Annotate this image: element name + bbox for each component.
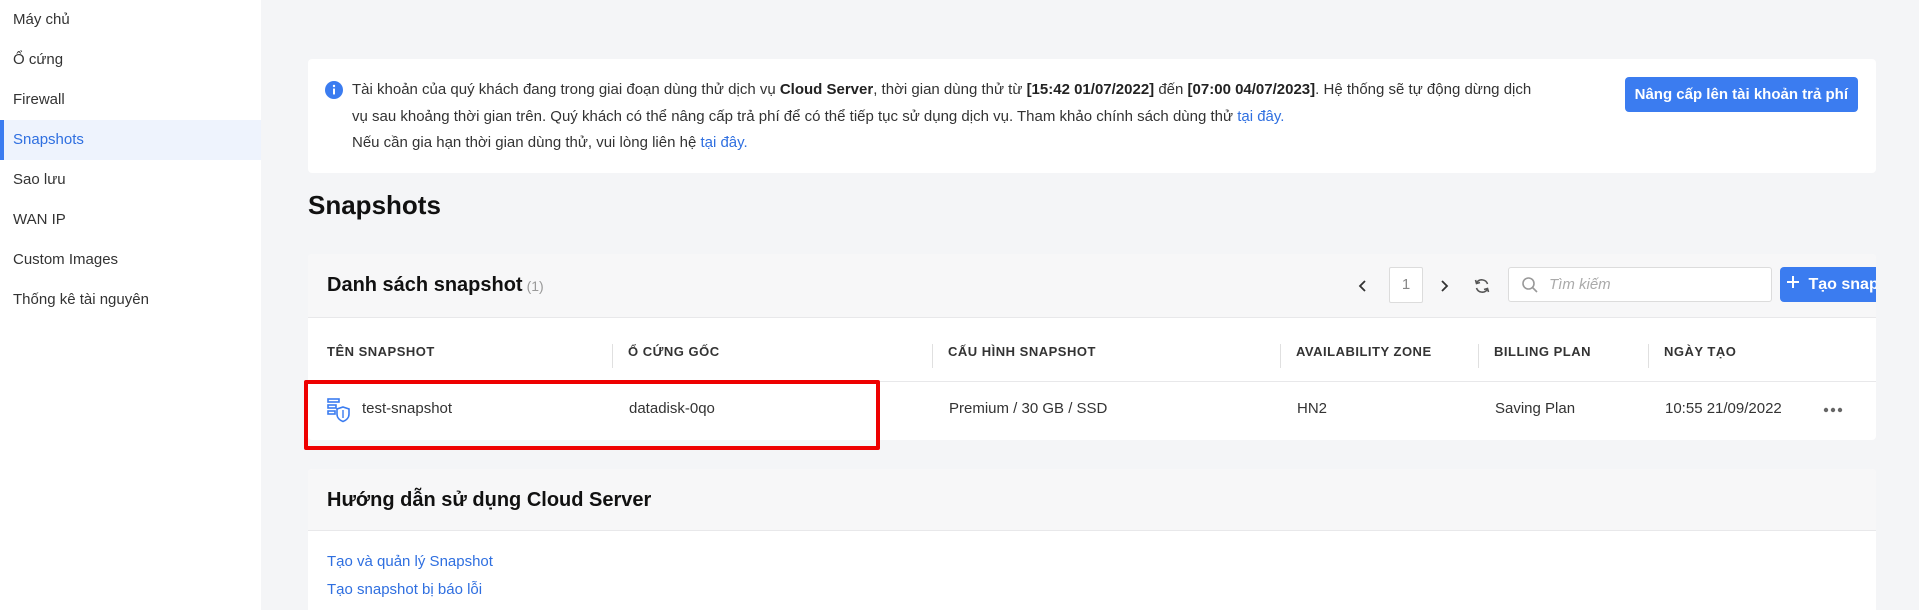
column-divider <box>1648 344 1649 368</box>
column-header-zone: AVAILABILITY ZONE <box>1296 344 1432 359</box>
search-input[interactable] <box>1549 268 1764 301</box>
search-box <box>1508 267 1772 302</box>
chevron-left-icon[interactable] <box>1348 271 1378 301</box>
column-divider <box>612 344 613 368</box>
sidebar-item-backup[interactable]: Sao lưu <box>0 160 261 200</box>
panel-title: Danh sách snapshot (1) <box>327 274 544 297</box>
notice-service-name: Cloud Server <box>779 81 874 98</box>
policy-link[interactable]: tại đây. <box>1237 108 1284 125</box>
notice-text: Tài khoản của quý khách đang trong giai … <box>352 77 1542 157</box>
column-header-config: CẤU HÌNH SNAPSHOT <box>948 344 1096 359</box>
plus-icon <box>1786 275 1800 294</box>
sidebar-item-custom-images[interactable]: Custom Images <box>0 240 261 280</box>
sidebar-item-snapshots[interactable]: Snapshots <box>0 120 261 160</box>
sidebar-item-resource-stats[interactable]: Thống kê tài nguyên <box>0 280 261 320</box>
page-title: Snapshots <box>308 190 441 220</box>
column-header-created: NGÀY TẠO <box>1664 344 1737 359</box>
column-header-billing-plan: BILLING PLAN <box>1494 344 1591 359</box>
snapshot-config: Premium / 30 GB / SSD <box>949 400 1108 417</box>
availability-zone: HN2 <box>1297 400 1328 417</box>
create-snapshot-label: Tạo snapshot <box>1808 275 1876 293</box>
sidebar: Máy chủ Ổ cứng Firewall Snapshots Sao lư… <box>0 0 261 610</box>
column-divider <box>1280 344 1281 368</box>
guide-link-manage-snapshot[interactable]: Tạo và quản lý Snapshot <box>327 553 493 570</box>
notice-text-part: Nếu cần gia hạn thời gian dùng thử, vui … <box>352 134 701 151</box>
create-snapshot-button[interactable]: Tạo snapshot <box>1780 267 1876 302</box>
panel-title-text: Danh sách snapshot <box>327 274 523 296</box>
upgrade-account-button[interactable]: Nâng cấp lên tài khoản trả phí <box>1624 77 1858 112</box>
guide-title: Hướng dẫn sử dụng Cloud Server <box>327 489 652 511</box>
sidebar-item-servers[interactable]: Máy chủ <box>0 0 261 40</box>
chevron-right-icon[interactable] <box>1429 271 1459 301</box>
sidebar-item-firewall[interactable]: Firewall <box>0 80 261 120</box>
page-number[interactable]: 1 <box>1389 267 1423 303</box>
column-header-name: TÊN SNAPSHOT <box>327 344 435 359</box>
snapshot-count: (1) <box>526 278 544 294</box>
contact-link[interactable]: tại đây. <box>700 134 747 151</box>
column-divider <box>1478 344 1479 368</box>
notice-trial-start: [15:42 01/07/2022] <box>1026 81 1155 98</box>
highlight-annotation <box>304 380 880 450</box>
column-header-source-disk: Ổ CỨNG GỐC <box>628 344 720 359</box>
guide-header: Hướng dẫn sử dụng Cloud Server <box>308 469 1876 531</box>
notice-text-part: , thời gian dùng thử từ <box>873 81 1027 98</box>
notice-trial-end: [07:00 04/07/2023] <box>1187 81 1316 98</box>
notice-text-part: Tài khoản của quý khách đang trong giai … <box>352 81 780 98</box>
billing-plan: Saving Plan <box>1495 400 1576 417</box>
search-icon <box>1521 276 1539 299</box>
more-options-icon[interactable] <box>1820 398 1846 422</box>
main-content: Tài khoản của quý khách đang trong giai … <box>261 0 1919 610</box>
usage-guide-panel: Hướng dẫn sử dụng Cloud Server Tạo và qu… <box>308 469 1876 610</box>
created-date: 10:55 21/09/2022 <box>1665 400 1782 417</box>
table-header: TÊN SNAPSHOT Ổ CỨNG GỐC CẤU HÌNH SNAPSHO… <box>308 318 1876 382</box>
panel-header: Danh sách snapshot(1) 1 Tạo snapshot <box>308 254 1876 318</box>
trial-notice: Tài khoản của quý khách đang trong giai … <box>308 59 1876 173</box>
column-divider <box>932 344 933 368</box>
info-icon <box>325 81 343 99</box>
guide-link-snapshot-error[interactable]: Tạo snapshot bị báo lỗi <box>327 581 482 598</box>
sidebar-item-wan-ip[interactable]: WAN IP <box>0 200 261 240</box>
refresh-icon[interactable] <box>1467 271 1497 301</box>
sidebar-item-disks[interactable]: Ổ cứng <box>0 40 261 80</box>
notice-text-part: đến <box>1154 81 1188 98</box>
